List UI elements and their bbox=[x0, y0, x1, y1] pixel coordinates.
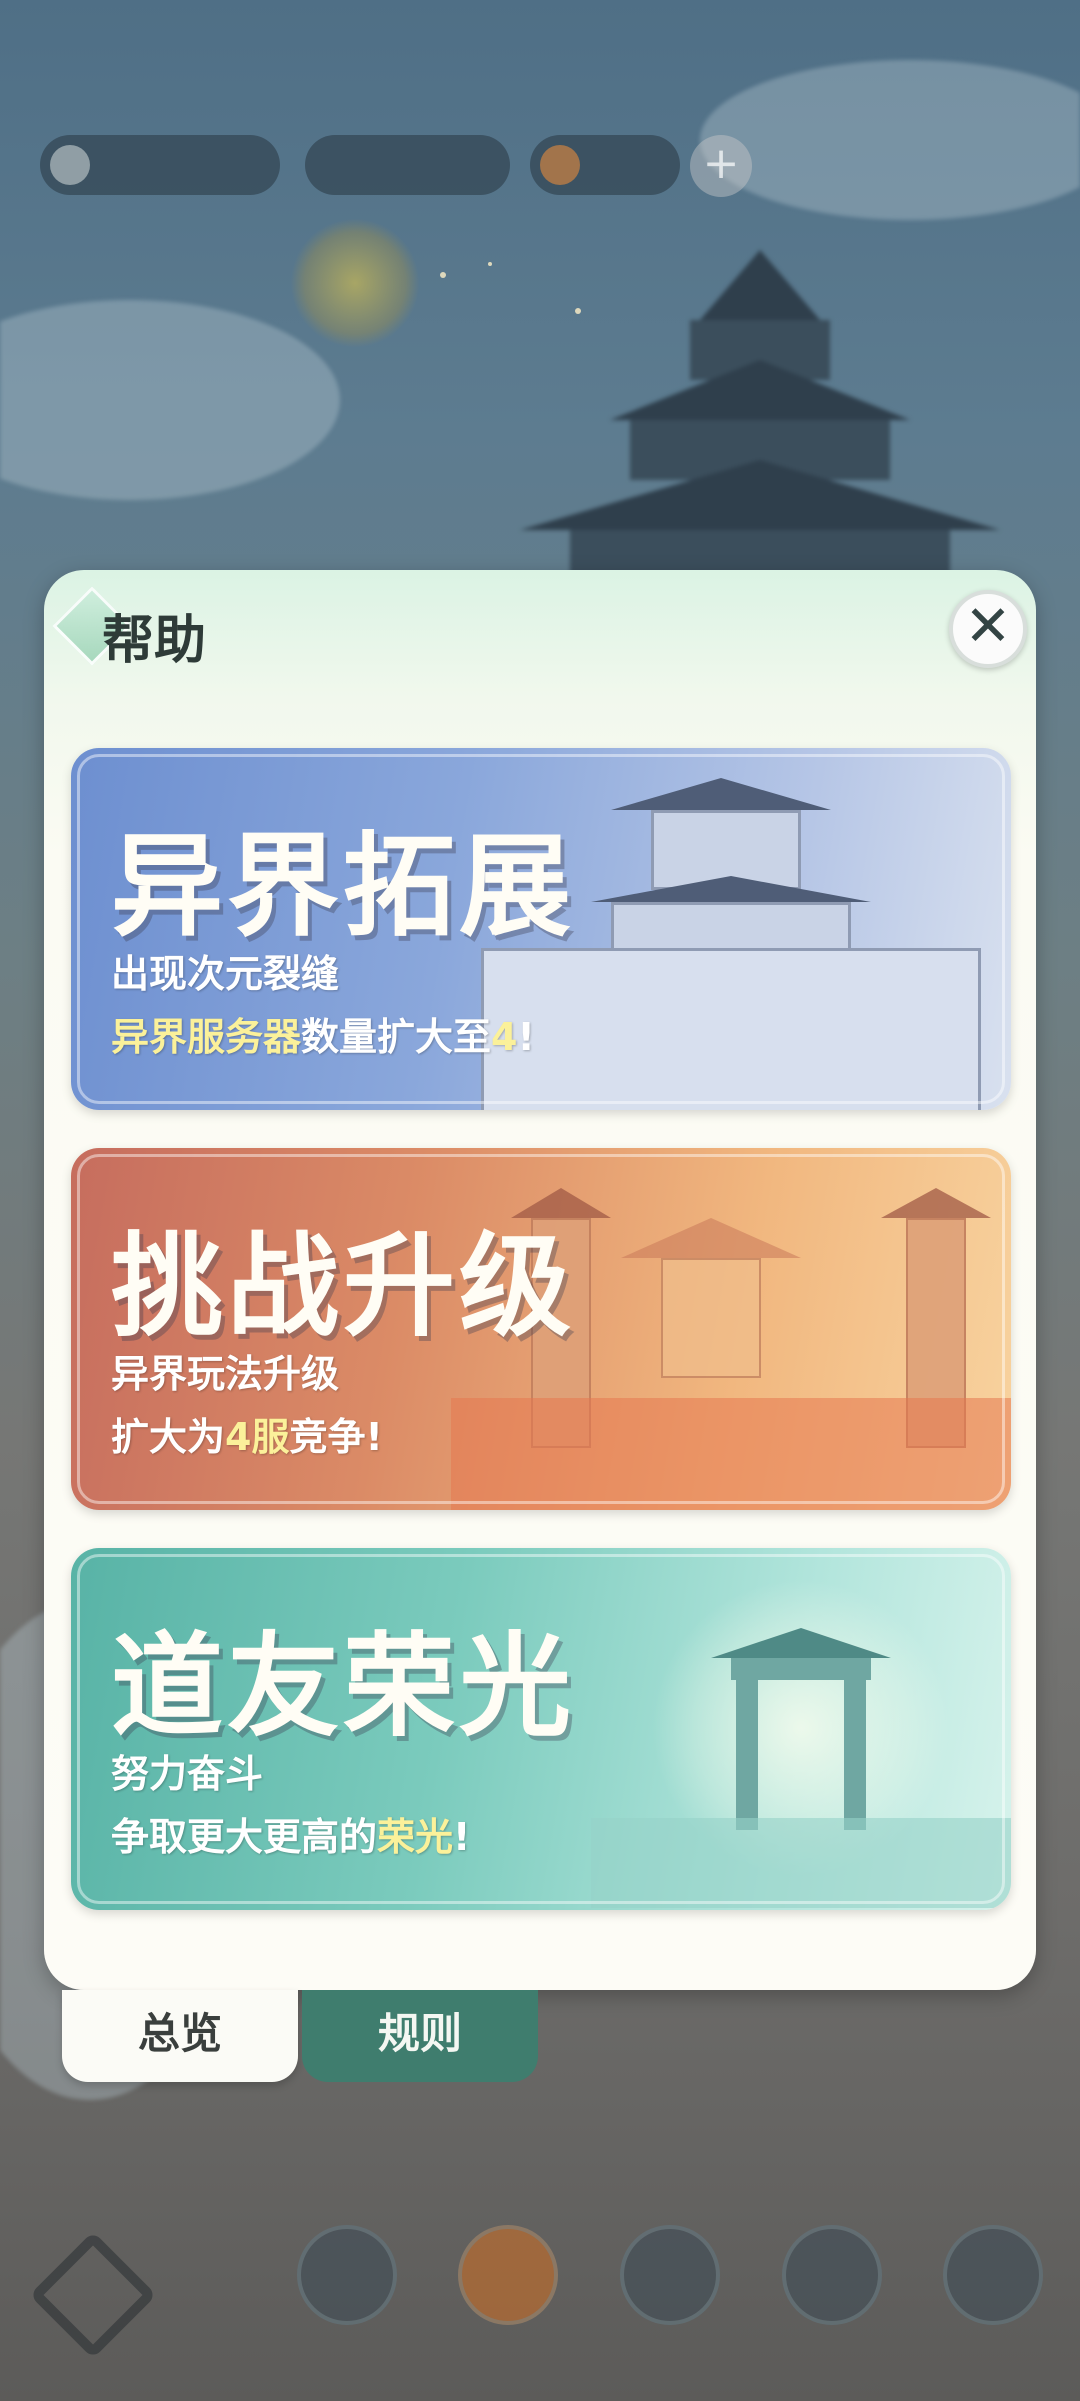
close-icon: ✕ bbox=[964, 594, 1012, 659]
dialog-title: 帮助 bbox=[102, 611, 207, 671]
bottom-nav-btn-2[interactable] bbox=[458, 2225, 558, 2325]
card-description-line: 争取更大更高的荣光! bbox=[111, 1806, 470, 1861]
card-text: 努力奋斗 bbox=[111, 1752, 264, 1796]
tab-rules[interactable]: 规则 bbox=[302, 1990, 538, 2082]
bottom-nav-btn-5[interactable] bbox=[943, 2225, 1043, 2325]
sparkle-icon bbox=[575, 308, 581, 314]
card-heading: 异界拓展 bbox=[111, 822, 575, 952]
gem-icon bbox=[540, 145, 580, 185]
card-heading: 道友荣光 bbox=[111, 1622, 575, 1752]
card-text: 竞争! bbox=[289, 1415, 383, 1459]
card-text: 出现次元裂缝 bbox=[111, 952, 340, 996]
bottom-nav-btn-1[interactable] bbox=[297, 2225, 397, 2325]
card-text: 异界玩法升级 bbox=[111, 1352, 340, 1396]
info-card-glory: 道友荣光 努力奋斗 争取更大更高的荣光! bbox=[71, 1548, 1011, 1910]
card-description-line: 扩大为4服竞争! bbox=[111, 1406, 383, 1461]
card-description-line: 异界服务器数量扩大至4! bbox=[111, 1006, 535, 1061]
card-text: 扩大为 bbox=[111, 1415, 226, 1459]
fortress-illustration bbox=[481, 758, 1011, 1110]
card-text: ! bbox=[517, 1015, 535, 1059]
tab-overview[interactable]: 总览 bbox=[62, 1990, 298, 2082]
card-description-line: 出现次元裂缝 bbox=[111, 943, 339, 998]
card-text: 数量扩大至 bbox=[301, 1015, 492, 1059]
bottom-nav-btn-3[interactable] bbox=[620, 2225, 720, 2325]
hud-player-info[interactable] bbox=[40, 135, 280, 195]
card-text: ! bbox=[453, 1815, 471, 1859]
card-text: 争取更大更高的 bbox=[111, 1815, 378, 1859]
card-description-line: 努力奋斗 bbox=[111, 1743, 263, 1798]
gate-illustration bbox=[591, 1568, 1011, 1910]
info-card-expansion: 异界拓展 出现次元裂缝 异界服务器数量扩大至4! bbox=[71, 748, 1011, 1110]
add-currency-button[interactable]: + bbox=[690, 135, 752, 197]
highlight-text: 荣光 bbox=[377, 1815, 454, 1859]
highlight-text: 异界服务器 bbox=[111, 1015, 302, 1059]
avatar bbox=[50, 145, 90, 185]
sparkle-icon bbox=[488, 262, 492, 266]
pagoda-illustration bbox=[451, 1148, 1011, 1510]
card-description-line: 异界玩法升级 bbox=[111, 1343, 339, 1398]
bg-cloud bbox=[0, 300, 340, 500]
bg-cloud bbox=[700, 60, 1080, 220]
highlight-text: 4 bbox=[491, 1015, 518, 1059]
info-card-challenge: 挑战升级 异界玩法升级 扩大为4服竞争! bbox=[71, 1148, 1011, 1510]
hud-currency-gem[interactable] bbox=[530, 135, 680, 195]
bg-pagoda bbox=[500, 250, 1020, 610]
close-button[interactable]: ✕ bbox=[949, 590, 1027, 668]
card-heading: 挑战升级 bbox=[111, 1222, 575, 1352]
highlight-text: 4服 bbox=[225, 1415, 290, 1459]
hud-currency-gold[interactable] bbox=[305, 135, 510, 195]
bottom-nav-btn-4[interactable] bbox=[782, 2225, 882, 2325]
sparkle-icon bbox=[440, 272, 446, 278]
event-badge-icon[interactable] bbox=[290, 218, 420, 348]
help-dialog: 帮助 ✕ 异界拓展 出现次元裂缝 异界服务器数量扩大至4! 挑战升级 异界玩法升… bbox=[44, 570, 1036, 1990]
